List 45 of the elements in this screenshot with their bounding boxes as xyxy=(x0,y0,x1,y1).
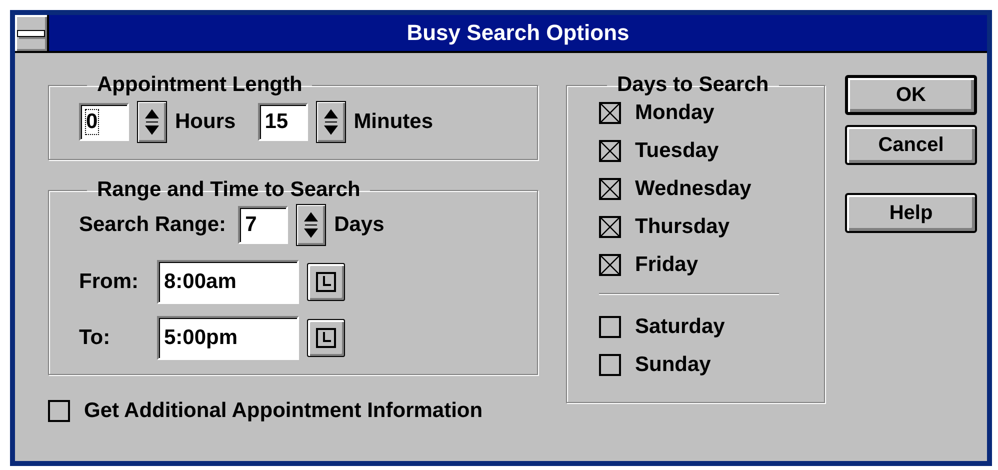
hours-label: Hours xyxy=(175,110,236,134)
checkbox-box[interactable] xyxy=(599,216,621,238)
to-label: To: xyxy=(79,326,112,350)
hours-spinner[interactable] xyxy=(137,101,167,143)
spin-arrows-icon xyxy=(304,212,318,238)
clock-icon xyxy=(316,272,336,292)
hours-field[interactable]: 0 xyxy=(79,103,129,141)
checkbox-box[interactable] xyxy=(599,254,621,276)
dialog-button[interactable]: Help xyxy=(845,193,977,233)
clock-icon xyxy=(316,328,336,348)
spin-arrows-icon xyxy=(145,109,159,135)
checkbox-box[interactable] xyxy=(599,140,621,162)
group-title: Appointment Length xyxy=(96,73,304,97)
dialog-button[interactable]: Cancel xyxy=(845,125,977,165)
additional-info-checkbox[interactable]: Get Additional Appointment Information xyxy=(48,399,483,423)
checkbox-box[interactable] xyxy=(48,400,70,422)
checkbox-box[interactable] xyxy=(599,316,621,338)
search-range-field[interactable]: 7 xyxy=(238,206,288,244)
minutes-field[interactable]: 15 xyxy=(258,103,308,141)
to-time-field[interactable]: 5:00pm xyxy=(157,316,299,360)
day-checkbox[interactable]: Tuesday xyxy=(599,139,824,163)
time-picker-button[interactable] xyxy=(307,263,345,301)
checkbox-box[interactable] xyxy=(599,102,621,124)
minutes-label: Minutes xyxy=(354,110,434,134)
day-checkbox[interactable]: Monday xyxy=(599,101,824,125)
day-checkbox[interactable]: Thursday xyxy=(599,215,824,239)
day-checkbox[interactable]: Wednesday xyxy=(599,177,824,201)
spin-arrows-icon xyxy=(324,109,338,135)
minutes-spinner[interactable] xyxy=(316,101,346,143)
search-range-spinner[interactable] xyxy=(296,204,326,246)
day-checkbox[interactable]: Friday xyxy=(599,253,824,277)
time-picker-button[interactable] xyxy=(307,319,345,357)
dialog-button[interactable]: OK xyxy=(845,75,977,115)
system-menu-button[interactable] xyxy=(15,15,49,51)
group-title: Range and Time to Search xyxy=(96,178,362,202)
group-title: Days to Search xyxy=(616,73,770,97)
from-time-field[interactable]: 8:00am xyxy=(157,260,299,304)
checkbox-box[interactable] xyxy=(599,354,621,376)
days-unit-label: Days xyxy=(334,213,384,237)
search-range-label: Search Range: xyxy=(79,213,226,237)
day-checkbox[interactable]: Sunday xyxy=(599,353,824,377)
day-checkbox[interactable]: Saturday xyxy=(599,315,824,339)
checkbox-box[interactable] xyxy=(599,178,621,200)
window-title: Busy Search Options xyxy=(406,20,630,46)
from-label: From: xyxy=(79,270,140,294)
